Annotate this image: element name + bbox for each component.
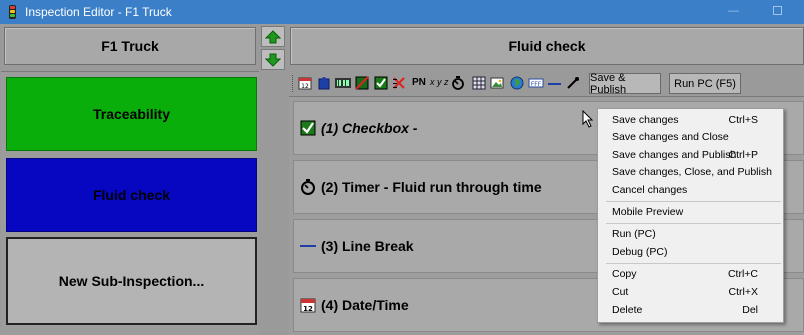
menu-item-label: Mobile Preview xyxy=(612,206,684,218)
menu-item-shortcut: Ctrl+X xyxy=(728,286,758,298)
svg-text:12: 12 xyxy=(303,305,313,313)
maximize-icon[interactable] xyxy=(773,6,782,18)
menu-item-run-pc[interactable]: Run (PC) xyxy=(599,226,782,243)
barcode-icon[interactable] xyxy=(335,76,351,90)
toolbar: 12 PN x y z FFF Save & Publish Run PC (F… xyxy=(290,72,804,96)
menu-item-save-close-publish[interactable]: Save changes, Close, and Publish xyxy=(599,164,782,181)
line-break-icon xyxy=(300,245,316,247)
menu-item-label: Debug (PC) xyxy=(612,246,668,258)
inspection-item-label: (1) Checkbox - xyxy=(321,120,418,136)
menu-item-shortcut: Ctrl+P xyxy=(728,149,758,161)
card-label: New Sub-Inspection... xyxy=(58,273,205,289)
menu-item-label: Save changes and Publish xyxy=(612,149,737,161)
menu-item-save-close[interactable]: Save changes and Close xyxy=(599,129,782,146)
move-down-button[interactable] xyxy=(261,49,285,70)
window-title: Inspection Editor - F1 Truck xyxy=(25,5,172,19)
menu-item-cancel-changes[interactable]: Cancel changes xyxy=(599,182,782,199)
mouse-cursor-icon xyxy=(582,110,594,128)
context-menu: Save changes Ctrl+S Save changes and Clo… xyxy=(597,108,784,323)
sub-inspection-list: Traceability Fluid check New Sub-Inspect… xyxy=(1,71,259,335)
text-field-icon[interactable]: FFF xyxy=(528,76,544,90)
menu-item-save-publish[interactable]: Save changes and Publish Ctrl+P xyxy=(599,147,782,164)
traffic-light-icon xyxy=(9,5,16,19)
menu-separator xyxy=(606,201,781,202)
timer-icon xyxy=(301,179,315,195)
menu-item-cut[interactable]: Cut Ctrl+X xyxy=(599,284,782,301)
sub-inspection-title-text: Fluid check xyxy=(508,38,586,54)
menu-item-delete[interactable]: Delete Del xyxy=(599,302,782,319)
sub-inspection-card-fluid-check[interactable]: Fluid check xyxy=(6,158,257,232)
checkbox-icon[interactable] xyxy=(374,76,388,90)
menu-item-label: Delete xyxy=(612,304,643,316)
signature-icon[interactable] xyxy=(566,76,580,90)
sub-inspection-card-traceability[interactable]: Traceability xyxy=(6,77,257,151)
menu-item-label: Copy xyxy=(612,268,637,280)
save-publish-label: Save & Publish xyxy=(590,71,627,96)
xyz-icon[interactable]: x y z xyxy=(430,77,449,87)
run-pc-button[interactable]: Run PC (F5) xyxy=(669,73,741,94)
inspection-item-label: (3) Line Break xyxy=(321,238,414,254)
minimize-icon[interactable]: — xyxy=(728,5,739,17)
menu-item-shortcut: Ctrl+S xyxy=(728,114,758,126)
menu-item-label: Save changes xyxy=(612,114,679,126)
image-icon[interactable] xyxy=(490,76,504,90)
card-label: Fluid check xyxy=(92,187,171,203)
globe-icon[interactable] xyxy=(510,76,524,90)
run-pc-label: Run PC (F5) xyxy=(674,77,736,90)
arrow-down-icon xyxy=(265,53,281,67)
move-up-button[interactable] xyxy=(261,26,285,47)
calendar-icon[interactable]: 12 xyxy=(298,76,312,90)
menu-item-label: Save changes, Close, and Publish xyxy=(612,166,772,178)
svg-text:12: 12 xyxy=(301,83,309,90)
menu-item-mobile-preview[interactable]: Mobile Preview xyxy=(599,204,782,221)
inspection-item-label: (2) Timer - Fluid run through time xyxy=(321,179,542,195)
menu-separator xyxy=(606,223,781,224)
menu-item-copy[interactable]: Copy Ctrl+C xyxy=(599,266,782,283)
menu-item-label: Save changes and Close xyxy=(612,131,729,143)
pn-icon[interactable]: PN xyxy=(412,77,426,88)
diagonal-box-icon[interactable] xyxy=(355,76,369,90)
new-sub-inspection-button[interactable]: New Sub-Inspection... xyxy=(6,237,257,325)
grid-icon[interactable] xyxy=(472,76,486,90)
card-label: Traceability xyxy=(92,106,171,122)
inspection-item-label: (4) Date/Time xyxy=(321,297,409,313)
calendar-icon: 12 xyxy=(300,298,316,313)
multi-check-icon[interactable] xyxy=(392,76,406,90)
menu-item-label: Cancel changes xyxy=(612,184,688,196)
badge-icon[interactable] xyxy=(317,76,331,90)
line-break-icon[interactable] xyxy=(548,83,561,85)
title-bar: Inspection Editor - F1 Truck — xyxy=(0,0,804,24)
svg-text:FFF: FFF xyxy=(531,81,542,88)
menu-item-label: Run (PC) xyxy=(612,228,656,240)
inspection-title-text: F1 Truck xyxy=(101,38,159,54)
timer-icon[interactable] xyxy=(451,76,465,90)
menu-item-shortcut: Del xyxy=(742,304,758,316)
arrow-up-icon xyxy=(265,29,281,43)
toolbar-grip[interactable] xyxy=(292,75,294,92)
menu-item-save-changes[interactable]: Save changes Ctrl+S xyxy=(599,112,782,129)
menu-item-shortcut: Ctrl+C xyxy=(727,268,758,280)
inspection-title: F1 Truck xyxy=(4,27,256,65)
menu-item-label: Cut xyxy=(612,286,629,298)
checkbox-icon xyxy=(300,120,316,136)
menu-item-debug-pc[interactable]: Debug (PC) xyxy=(599,244,782,261)
menu-separator xyxy=(606,263,781,264)
sub-inspection-title: Fluid check xyxy=(290,27,804,65)
save-publish-button[interactable]: Save & Publish xyxy=(589,71,661,96)
